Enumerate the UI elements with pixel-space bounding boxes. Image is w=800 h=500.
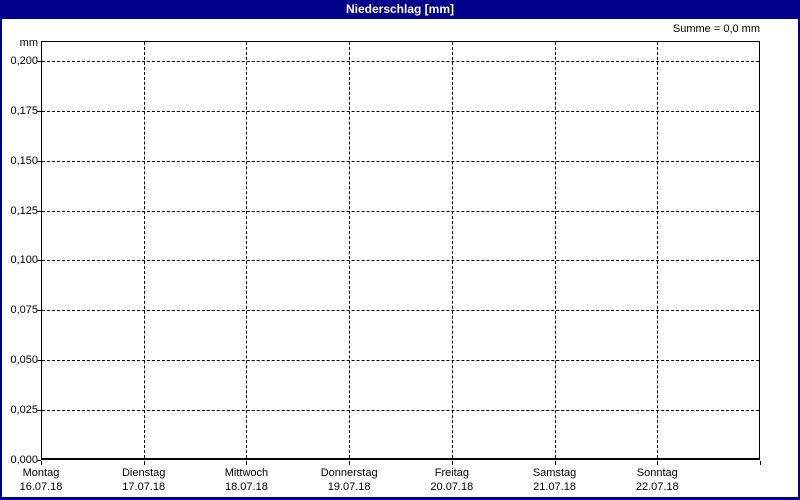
x-date-label: 19.07.18 <box>327 481 371 493</box>
y-grid-line <box>42 110 759 112</box>
x-date-label: 16.07.18 <box>19 481 63 493</box>
y-tick-label: 0,050 <box>10 354 38 367</box>
x-day-label: Montag <box>22 467 60 479</box>
x-tick-mark <box>143 461 145 465</box>
x-tick-mark <box>349 461 351 465</box>
x-date-label: 22.07.18 <box>635 481 679 493</box>
y-grid-line <box>42 310 759 312</box>
y-grid-line <box>42 360 759 362</box>
y-grid-line <box>42 160 759 162</box>
y-grid-line <box>42 260 759 262</box>
x-tick-mark <box>41 461 42 465</box>
y-grid-line <box>42 210 759 212</box>
x-tick-mark <box>760 461 761 465</box>
y-tick-label: 0,075 <box>10 304 38 317</box>
x-grid-line <box>554 42 556 458</box>
x-tick-mark <box>554 461 556 465</box>
x-grid-line <box>143 42 145 458</box>
x-tick-mark <box>246 461 248 465</box>
y-grid-line <box>42 60 759 62</box>
x-grid-line <box>451 42 453 458</box>
y-grid-line <box>42 410 759 412</box>
y-tick-label: 0,100 <box>10 254 38 267</box>
x-day-label: Dienstag <box>121 467 166 479</box>
y-tick-label: 0,200 <box>10 54 38 67</box>
y-tick-label: 0,125 <box>10 204 38 217</box>
x-date-label: 20.07.18 <box>430 481 474 493</box>
x-grid-line <box>657 42 659 458</box>
y-tick-label: 0,175 <box>10 104 38 117</box>
x-grid-line <box>349 42 351 458</box>
x-date-label: 17.07.18 <box>122 481 166 493</box>
y-tick-label: 0,000 <box>10 454 38 466</box>
x-tick-mark <box>451 461 453 465</box>
x-date-label: 18.07.18 <box>225 481 268 493</box>
y-tick-label: 0,150 <box>10 154 38 167</box>
x-grid-line <box>246 42 248 458</box>
x-day-label: Samstag <box>532 467 577 479</box>
x-day-label: Sonntag <box>636 467 678 479</box>
plot-layer: 0,200 0,175 0,150 0,125 0,100 0,075 0,050 0,025… <box>0 0 800 500</box>
x-tick-mark <box>657 461 659 465</box>
x-day-label: Freitag <box>434 467 469 479</box>
x-day-label: Donnerstag <box>320 467 378 479</box>
x-date-label: 21.07.18 <box>533 481 576 493</box>
y-tick-label: 0,025 <box>10 404 38 417</box>
x-day-label: Mittwoch <box>224 467 269 479</box>
